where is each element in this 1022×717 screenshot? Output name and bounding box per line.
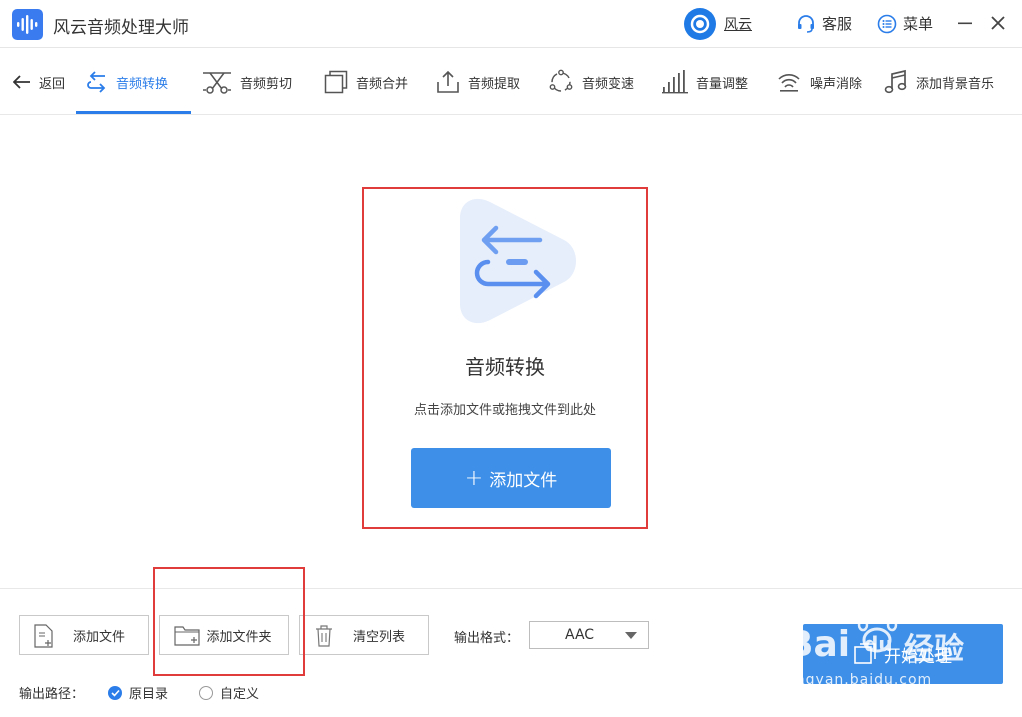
dropzone-highlight-box <box>362 187 648 529</box>
app-logo-icon <box>12 9 43 40</box>
arrow-left-icon <box>13 75 31 89</box>
menu-list-icon <box>877 14 897 34</box>
user-account[interactable]: 风云 <box>684 8 752 40</box>
add-folder-highlight-box <box>153 567 305 676</box>
tab-audio-speed[interactable]: 音频变速 <box>548 49 634 115</box>
tab-volume-adjust[interactable]: 音量调整 <box>662 49 748 115</box>
tab-label: 音频合并 <box>356 76 409 92</box>
tab-label: 添加背景音乐 <box>916 76 995 92</box>
back-button[interactable]: 返回 <box>13 49 65 115</box>
start-process-icon <box>854 643 876 665</box>
tab-audio-merge[interactable]: 音频合并 <box>324 49 408 115</box>
radio-custom-label: 自定义 <box>220 687 260 702</box>
minimize-icon[interactable] <box>954 12 976 34</box>
convert-arrows-icon <box>86 71 108 93</box>
tab-audio-convert[interactable]: 音频转换 <box>86 49 168 115</box>
tab-noise-removal[interactable]: 噪声消除 <box>776 49 862 115</box>
clear-list-label: 清空列表 <box>352 629 405 645</box>
add-file-bottom-label: 添加文件 <box>72 629 125 645</box>
music-note-icon <box>884 69 908 95</box>
close-icon[interactable] <box>987 12 1009 34</box>
tab-label: 音频转换 <box>116 76 169 92</box>
scissors-icon <box>202 70 232 94</box>
chevron-down-icon <box>625 632 637 639</box>
app-window: 风云音频处理大师 风云 客服 菜单 返回 音频转换 音频剪切 音频合并 音频提取… <box>0 0 1022 717</box>
radio-unchecked-icon <box>199 685 213 700</box>
back-label: 返回 <box>39 76 66 92</box>
volume-bars-icon <box>662 70 688 94</box>
tab-audio-cut[interactable]: 音频剪切 <box>202 49 292 115</box>
tab-add-background-music[interactable]: 添加背景音乐 <box>884 49 994 115</box>
tab-label: 音频提取 <box>468 76 521 92</box>
speed-icon <box>548 69 574 95</box>
output-format-label: 输出格式： <box>454 631 520 646</box>
tab-label: 音量调整 <box>696 76 749 92</box>
radio-original-directory[interactable]: 原目录 <box>108 683 168 702</box>
radio-checked-icon <box>108 685 122 700</box>
menu-button[interactable]: 菜单 <box>877 13 933 34</box>
merge-icon <box>324 70 348 94</box>
tab-label: 噪声消除 <box>810 76 863 92</box>
user-name[interactable]: 风云 <box>724 14 752 34</box>
tab-label: 音频剪切 <box>240 76 293 92</box>
feature-toolbar: 返回 音频转换 音频剪切 音频合并 音频提取 音频变速 音量调整 噪声消除 添加… <box>0 49 1022 115</box>
start-process-button[interactable]: 开始处理 <box>803 624 1003 684</box>
menu-label: 菜单 <box>903 15 934 33</box>
customer-service-button[interactable]: 客服 <box>796 13 852 34</box>
customer-service-label: 客服 <box>822 15 853 33</box>
output-path-label: 输出路径： <box>19 687 85 702</box>
avatar <box>684 8 716 40</box>
app-title: 风云音频处理大师 <box>53 18 189 38</box>
radio-custom-directory[interactable]: 自定义 <box>199 683 259 702</box>
headset-icon <box>796 14 816 34</box>
output-format-select[interactable]: AAC <box>529 621 649 649</box>
output-format-value: AAC <box>565 627 595 643</box>
active-tab-indicator <box>76 111 191 114</box>
clear-list-button[interactable]: 清空列表 <box>299 615 429 655</box>
start-process-label: 开始处理 <box>884 646 952 667</box>
tab-label: 音频变速 <box>582 76 635 92</box>
noise-wave-icon <box>776 69 802 95</box>
title-bar: 风云音频处理大师 风云 客服 菜单 <box>0 0 1022 48</box>
export-icon <box>436 70 460 94</box>
add-file-bottom-button[interactable]: 添加文件 <box>19 615 149 655</box>
radio-original-label: 原目录 <box>129 687 169 702</box>
tab-audio-extract[interactable]: 音频提取 <box>436 49 520 115</box>
